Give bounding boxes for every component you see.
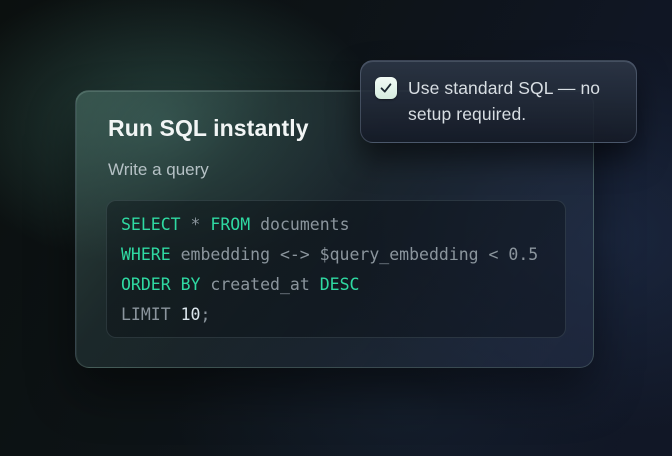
page-background: { "card": { "title": "Run SQL instantly"… [0, 0, 672, 456]
sql-tooltip-card: Use standard SQL — no setup required. [360, 60, 637, 143]
tooltip-label: Use standard SQL — no setup required. [408, 75, 620, 127]
code-line: WHERE embedding <-> $query_embedding < 0… [121, 240, 551, 270]
sql-code-block[interactable]: SELECT * FROM documentsWHERE embedding <… [106, 200, 566, 338]
checkmark-icon [378, 80, 394, 96]
code-line: SELECT * FROM documents [121, 210, 551, 240]
card-subtitle: Write a query [108, 159, 563, 181]
code-line: ORDER BY created_at DESC [121, 270, 551, 300]
code-line: LIMIT 10; [121, 300, 551, 330]
standard-sql-checkbox[interactable] [375, 77, 397, 99]
